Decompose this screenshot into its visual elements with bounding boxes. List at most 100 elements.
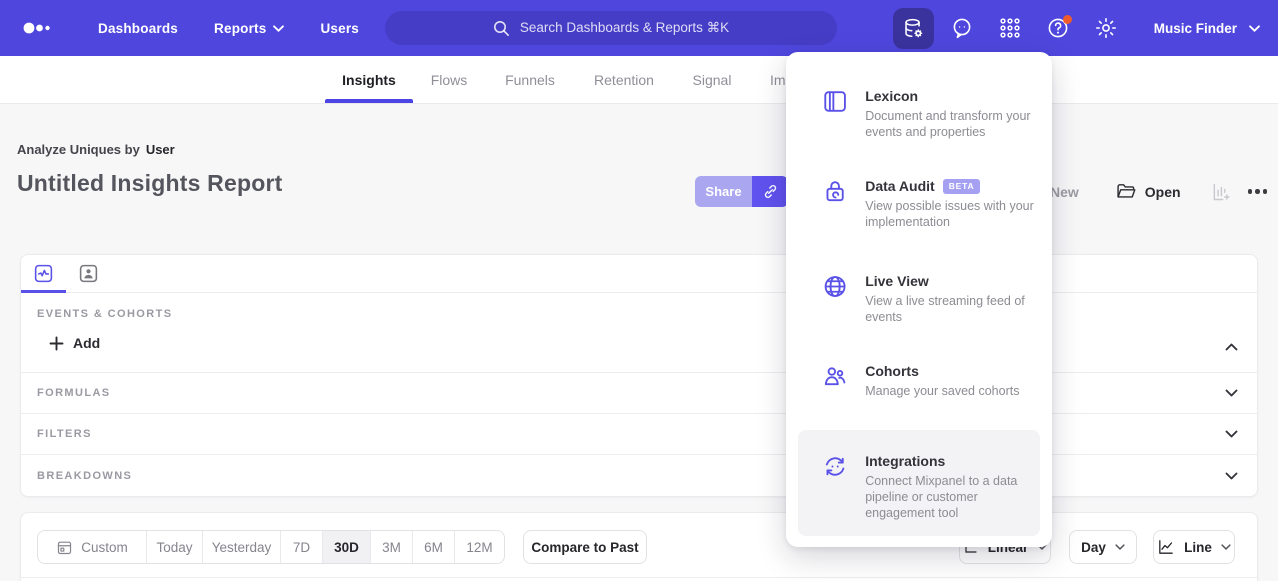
add-to-dashboard-icon[interactable] [1211,182,1231,202]
breakdowns-label: BREAKDOWNS [37,470,132,482]
breakdowns-section[interactable]: BREAKDOWNS [21,455,1257,497]
date-range-control: Custom Today Yesterday 7D 30D 3M 6M 12M [37,530,505,564]
tab-label: Retention [594,72,654,88]
add-label: Add [73,335,100,351]
compare-to-past-button[interactable]: Compare to Past [523,530,647,564]
segment-label: Yesterday [212,540,272,555]
copy-link-button[interactable] [752,176,788,207]
tab-funnels[interactable]: Funnels [485,56,575,103]
chevron-up-icon[interactable] [1225,343,1238,351]
filters-label: FILTERS [37,428,92,440]
segment-label: 3M [382,540,401,555]
date-range-7d[interactable]: 7D [280,531,322,563]
date-range-today[interactable]: Today [146,531,202,563]
report-title[interactable]: Untitled Insights Report [17,170,282,197]
apps-grid-icon[interactable] [989,8,1030,49]
chevron-down-icon [1221,544,1231,550]
menu-item-cohorts[interactable]: Cohorts Manage your saved cohorts [822,363,1036,399]
segment-label: 12M [466,540,492,555]
menu-item-description: Connect Mixpanel to a data pipeline or c… [865,473,1036,521]
date-range-12m[interactable]: 12M [454,531,504,563]
chevron-down-icon[interactable] [1225,472,1238,480]
menu-item-title: Data Audit [865,178,934,194]
nav-dashboards-label: Dashboards [98,21,178,36]
segment-label: Today [156,540,192,555]
date-range-30d[interactable]: 30D [322,531,370,563]
notification-badge [1063,15,1072,24]
date-range-6m[interactable]: 6M [412,531,454,563]
menu-item-live-view[interactable]: Live View View a live streaming feed of … [822,273,1036,325]
settings-icon[interactable] [1085,8,1126,49]
search-input[interactable]: Search Dashboards & Reports ⌘K [385,11,837,45]
nav-item-users[interactable]: Users [306,13,373,44]
mixpanel-logo-icon[interactable] [22,21,52,35]
nav-item-dashboards[interactable]: Dashboards [84,13,192,44]
chevron-down-icon [1115,544,1125,550]
live-view-icon [822,273,848,300]
topbar-nav: Dashboards Reports Users [84,13,373,44]
integrations-icon [822,453,848,480]
interval-label: Day [1081,540,1106,555]
segment-label: 6M [424,540,443,555]
lexicon-icon [822,88,848,115]
menu-item-description: View a live streaming feed of events [865,293,1036,325]
tab-label: Insights [342,72,396,88]
chevron-down-icon [1249,25,1260,32]
chevron-down-icon [273,25,284,32]
link-icon [762,183,779,200]
tab-signal[interactable]: Signal [673,56,751,103]
data-management-icon[interactable] [893,8,934,49]
chart-toolbar: Custom Today Yesterday 7D 30D 3M 6M 12M … [20,512,1258,581]
report-actions: New Open [1040,178,1267,205]
date-range-yesterday[interactable]: Yesterday [202,531,280,563]
messages-icon[interactable] [941,8,982,49]
menu-item-description: Manage your saved cohorts [865,383,1036,399]
help-icon[interactable] [1037,8,1078,49]
chevron-down-icon[interactable] [1225,389,1238,397]
date-range-3m[interactable]: 3M [370,531,412,563]
nav-item-reports[interactable]: Reports [200,13,298,44]
tab-label: Flows [431,72,468,88]
date-range-custom[interactable]: Custom [38,531,146,563]
chevron-down-icon[interactable] [1225,430,1238,438]
menu-item-description: Document and transform your events and p… [865,108,1036,140]
tab-label: Funnels [505,72,555,88]
project-switcher[interactable]: Music Finder [1154,0,1260,56]
segment-label: 7D [293,540,310,555]
subtitle-prefix: Analyze Uniques by [17,142,140,157]
tab-insights[interactable]: Insights [325,56,413,103]
report-header: Analyze Uniques by User Untitled Insights… [17,142,282,197]
search-icon [493,20,510,37]
menu-item-data-audit[interactable]: Data Audit BETA View possible issues wit… [822,178,1036,230]
open-report-button[interactable]: Open [1116,183,1181,200]
interval-selector[interactable]: Day [1069,530,1137,564]
share-split-button: Share [695,176,788,207]
chart-type-selector[interactable]: Line [1153,530,1235,564]
menu-item-integrations[interactable]: Integrations Connect Mixpanel to a data … [822,453,1036,521]
share-button[interactable]: Share [695,176,752,207]
new-report-button[interactable]: New [1050,184,1079,200]
menu-item-title: Cohorts [865,363,919,379]
profiles-tab[interactable] [66,255,111,292]
more-options-icon[interactable] [1248,189,1268,194]
query-panel-tabs [21,255,1257,293]
add-event-button[interactable]: Add [49,335,100,351]
subtitle-measure-value[interactable]: User [146,142,175,157]
nav-users-label: Users [320,21,359,36]
tab-retention[interactable]: Retention [575,56,673,103]
insights-chart-tab[interactable] [21,255,66,292]
share-label: Share [705,184,741,199]
nav-reports-label: Reports [214,21,266,36]
tab-flows[interactable]: Flows [413,56,485,103]
menu-item-description: View possible issues with your implement… [865,198,1036,230]
line-chart-icon [1157,539,1175,555]
calendar-icon [56,539,73,556]
menu-item-lexicon[interactable]: Lexicon Document and transform your even… [822,88,1036,140]
filters-section[interactable]: FILTERS [21,414,1257,455]
cohorts-icon [822,363,848,390]
query-builder-panel: EVENTS & COHORTS Add FORMULAS FILTERS BR… [20,254,1258,497]
formulas-section[interactable]: FORMULAS [21,373,1257,414]
topbar: Dashboards Reports Users Search Dashboar… [0,0,1278,56]
data-management-dropdown: Lexicon Document and transform your even… [786,52,1052,547]
toolbar-divider [21,577,1257,578]
